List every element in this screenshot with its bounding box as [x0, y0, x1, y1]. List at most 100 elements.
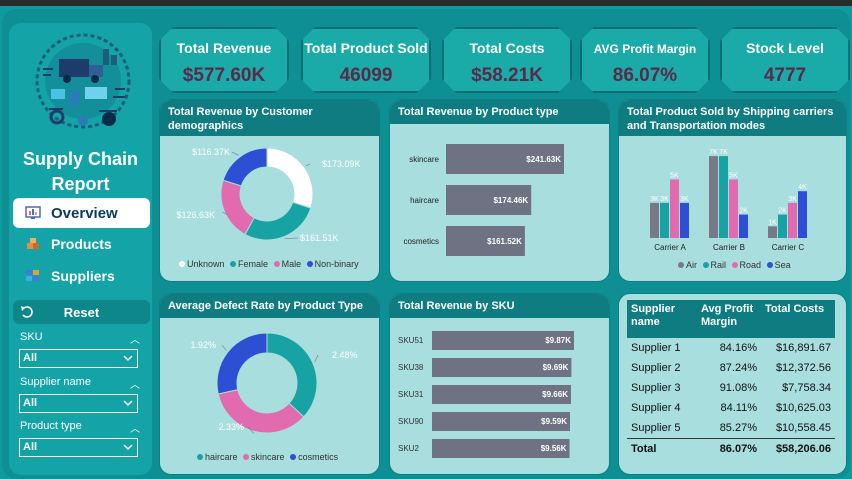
- category-label: Carrier B: [713, 243, 745, 252]
- supplier-icon: [26, 270, 39, 281]
- filter-value-product-type: All: [23, 441, 38, 453]
- table-row[interactable]: Supplier 1 84.16% $16,891.67: [627, 338, 835, 358]
- total-costs: $58,206.06: [761, 438, 835, 459]
- nav-suppliers-label: Suppliers: [51, 268, 115, 284]
- slice-label: 2.48%: [332, 350, 358, 360]
- column-sea-carrier-a[interactable]: [680, 202, 689, 238]
- chevron-down-icon: [123, 355, 133, 362]
- category-label: haircare: [410, 196, 439, 205]
- header-supplier-name[interactable]: Supplier name: [627, 300, 697, 338]
- nav-suppliers[interactable]: Suppliers: [13, 261, 150, 291]
- leader-line: [284, 237, 299, 239]
- cell-supplier: Supplier 4: [631, 402, 681, 414]
- kpi-label: Total Product Sold: [304, 40, 428, 56]
- legend-dot: [290, 454, 297, 460]
- column-air-carrier-a[interactable]: [650, 202, 659, 238]
- category-label: SKU90: [398, 417, 424, 426]
- legend-item: Non-binary: [314, 259, 359, 269]
- donut-slice-unknown[interactable]: [266, 147, 314, 209]
- slice-label: $116.37K: [192, 147, 230, 157]
- leader-line: [221, 344, 227, 351]
- column-air-carrier-b[interactable]: [709, 156, 718, 238]
- category-label: SKU2: [398, 444, 419, 453]
- column-sea-carrier-c[interactable]: [798, 191, 807, 238]
- filter-select-supplier[interactable]: All: [19, 394, 138, 413]
- legend-dot: [197, 454, 203, 460]
- kpi-label: Total Costs: [469, 40, 545, 56]
- legend-item: Unknown: [187, 259, 225, 269]
- header-avg-profit-margin[interactable]: Avg Profit Margin: [697, 300, 761, 338]
- cell-margin: 87.24%: [719, 362, 757, 374]
- nav-products[interactable]: Products: [13, 229, 150, 259]
- column-value-label: 2K: [778, 208, 787, 215]
- report-title: Supply Chain Report: [22, 149, 138, 194]
- legend-dot: [678, 262, 684, 268]
- cell-supplier: Supplier 5: [631, 422, 681, 434]
- filter-value-sku: All: [23, 352, 38, 364]
- donut-chart-demographics: $173.09K $161.51K $126.63K $116.37K: [176, 147, 360, 243]
- filter-select-sku[interactable]: All: [19, 349, 138, 368]
- kpi-label: Total Revenue: [176, 40, 272, 56]
- bar-value-label: $9.87K: [545, 336, 571, 345]
- cell-supplier: Supplier 2: [631, 362, 681, 374]
- chevron-up-icon: ︿: [130, 335, 140, 346]
- legend-item: Air: [686, 260, 697, 270]
- column-value-label: 5K: [729, 173, 738, 180]
- cell-costs: $12,372.56: [775, 362, 831, 374]
- sidebar: Supply Chain Report Overview Products Su…: [9, 23, 152, 475]
- kpi-value: 4777: [763, 65, 807, 86]
- bar-value-label: $9.69K: [543, 363, 569, 372]
- column-rail-carrier-b[interactable]: [719, 156, 728, 238]
- column-sea-carrier-b[interactable]: [739, 214, 748, 238]
- column-road-carrier-b[interactable]: [729, 179, 738, 239]
- legend-item: cosmetics: [298, 452, 339, 462]
- kpi-value: $577.60K: [182, 65, 266, 86]
- column-value-label: 3K: [788, 196, 797, 203]
- window-top-bar: [0, 0, 852, 6]
- category-label: skincare: [409, 155, 439, 164]
- header-total-costs[interactable]: Total Costs: [761, 300, 835, 338]
- column-value-label: 4K: [798, 184, 807, 191]
- donut-slice-haircare[interactable]: [266, 332, 318, 418]
- table-row[interactable]: Supplier 4 84.11% $10,625.03: [627, 398, 835, 418]
- panel-title: Total Revenue by Product type: [390, 100, 609, 124]
- kpi-avg-profit-margin: AVG Profit Margin 86.07%: [580, 27, 710, 93]
- cell-costs: $10,558.45: [775, 422, 831, 434]
- panel-title: Total Revenue by Customer demographics: [160, 100, 379, 136]
- column-rail-carrier-a[interactable]: [660, 202, 669, 238]
- chevron-down-icon: [123, 444, 133, 451]
- column-road-carrier-c[interactable]: [788, 202, 797, 238]
- legend-item: Female: [238, 259, 269, 269]
- category-label: Carrier A: [654, 243, 686, 252]
- legend-demographics: Unknown Female Male Non-binary: [176, 259, 359, 269]
- chevron-up-icon: ︿: [130, 424, 140, 435]
- reset-button[interactable]: Reset: [13, 300, 150, 324]
- column-rail-carrier-c[interactable]: [778, 214, 787, 238]
- cell-supplier: Supplier 3: [631, 382, 681, 394]
- table-row[interactable]: Supplier 5 85.27% $10,558.45: [627, 418, 835, 439]
- donut-slice-male[interactable]: [220, 179, 255, 236]
- filter-select-product-type[interactable]: All: [19, 438, 138, 457]
- column-value-label: 2K: [739, 208, 748, 215]
- nav-overview[interactable]: Overview: [13, 198, 150, 228]
- kpi-total-costs: Total Costs $58.21K: [442, 27, 572, 93]
- chevron-up-icon: ︿: [130, 380, 140, 391]
- table-total-row: Total 86.07% $58,206.06: [627, 438, 835, 459]
- donut-slice-cosmetics[interactable]: [216, 332, 268, 395]
- panel-product-sold-carriers: Total Product Sold by Shipping carriers …: [618, 99, 847, 282]
- legend-dot: [766, 262, 773, 268]
- filter-label-product-type: Product type ︿: [20, 420, 140, 435]
- slice-label: 2.33%: [218, 422, 244, 432]
- cell-margin: 85.27%: [719, 422, 757, 434]
- legend-dot: [731, 262, 738, 268]
- table-row[interactable]: Supplier 3 91.08% $7,758.34: [627, 378, 835, 398]
- column-road-carrier-a[interactable]: [670, 179, 679, 239]
- column-air-carrier-c[interactable]: [768, 226, 777, 238]
- table-row[interactable]: Supplier 2 87.24% $12,372.56: [627, 358, 835, 378]
- bar-value-label: $174.46K: [493, 196, 528, 205]
- panel-revenue-product-type: Total Revenue by Product type skincare $2…: [389, 99, 610, 282]
- panel-revenue-demographics: Total Revenue by Customer demographics $…: [159, 99, 380, 282]
- total-margin: 86.07%: [697, 438, 761, 459]
- legend-item: Rail: [710, 260, 727, 270]
- cell-costs: $7,758.34: [782, 382, 831, 394]
